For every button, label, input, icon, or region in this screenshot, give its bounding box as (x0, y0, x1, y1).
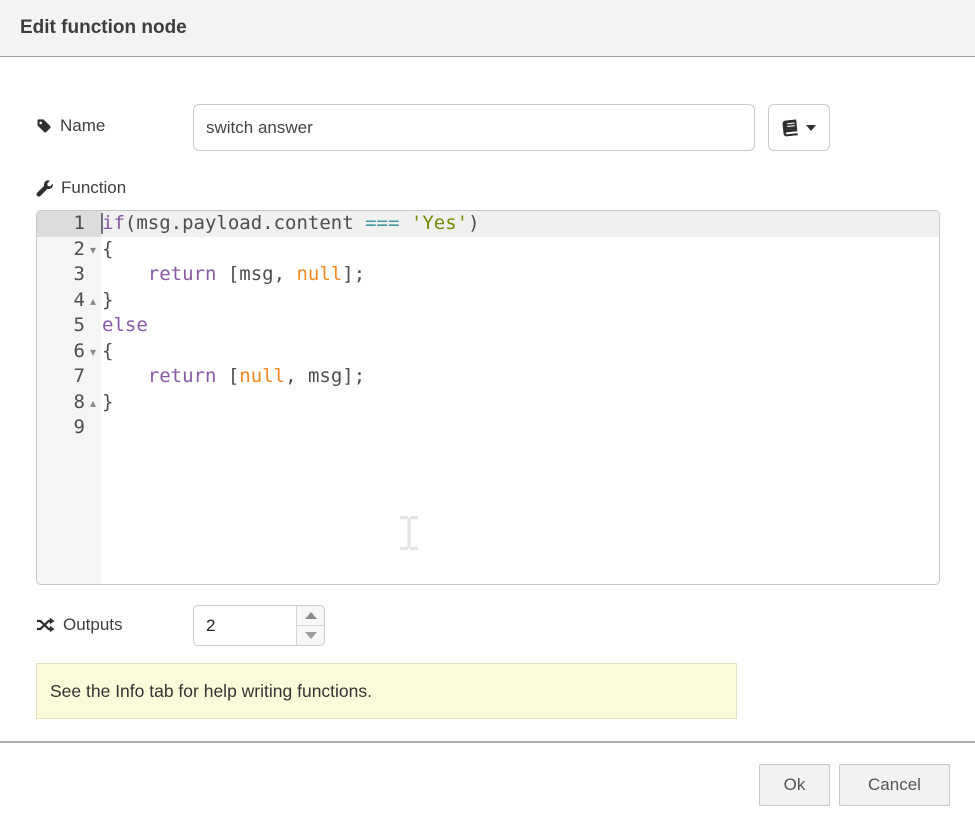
tag-icon (36, 118, 52, 134)
code-token-string: 'Yes' (411, 212, 468, 234)
fold-spacer (85, 211, 101, 237)
outputs-value[interactable]: 2 (206, 606, 215, 645)
name-label-text: Name (60, 116, 105, 136)
gutter-cell[interactable]: 4▴ (37, 288, 101, 314)
name-label: Name (36, 116, 105, 136)
line-number: 6 (37, 339, 85, 365)
gutter-cell[interactable]: 5 (37, 313, 101, 339)
line-number: 3 (37, 262, 85, 288)
code-token-constant: null (239, 365, 285, 387)
line-number: 4 (37, 288, 85, 314)
editor-gutter[interactable]: 12▾34▴56▾78▴9 (37, 211, 101, 584)
editor-line[interactable]: } (101, 288, 939, 314)
text-caret (101, 213, 103, 234)
editor-line[interactable]: else (101, 313, 939, 339)
code-token-text: } (102, 289, 113, 311)
function-label: Function (36, 178, 126, 198)
shuffle-icon (36, 617, 55, 633)
line-number: 9 (37, 415, 85, 441)
code-token-text: ) (468, 212, 479, 234)
form-tips: See the Info tab for help writing functi… (36, 663, 737, 719)
spinner-down-button[interactable] (297, 626, 324, 646)
outputs-spinner[interactable]: 2 (193, 605, 325, 646)
code-token-text: , msg]; (285, 365, 365, 387)
gutter-cell[interactable]: 7 (37, 364, 101, 390)
code-token-text: [msg, (216, 263, 296, 285)
line-number: 8 (37, 390, 85, 416)
caret-down-icon (806, 125, 816, 131)
spinner-buttons (296, 606, 324, 645)
code-token-text: } (102, 391, 113, 413)
caret-down-icon (305, 632, 317, 639)
function-code-editor[interactable]: 12▾34▴56▾78▴9 if(msg.payload.content ===… (36, 210, 940, 585)
name-input[interactable] (193, 104, 755, 151)
code-token-text (102, 365, 148, 387)
gutter-cell[interactable]: 9 (37, 415, 101, 441)
fold-spacer (85, 415, 101, 441)
fold-open-icon[interactable]: ▾ (85, 237, 101, 263)
gutter-cell[interactable]: 2▾ (37, 237, 101, 263)
outputs-label: Outputs (36, 615, 123, 635)
fold-open-icon[interactable]: ▾ (85, 339, 101, 365)
fold-spacer (85, 313, 101, 339)
code-token-text (102, 263, 148, 285)
fold-close-icon[interactable]: ▴ (85, 390, 101, 416)
editor-line[interactable]: } (101, 390, 939, 416)
fold-spacer (85, 364, 101, 390)
ok-button[interactable]: Ok (759, 764, 830, 806)
editor-line[interactable]: return [msg, null]; (101, 262, 939, 288)
gutter-cell[interactable]: 6▾ (37, 339, 101, 365)
dialog-title: Edit function node (20, 17, 187, 39)
code-token-text: { (102, 238, 113, 260)
line-number: 7 (37, 364, 85, 390)
library-button[interactable] (768, 104, 830, 151)
wrench-icon (36, 180, 53, 197)
code-token-text: { (102, 340, 113, 362)
gutter-cell[interactable]: 3 (37, 262, 101, 288)
code-token-constant: null (296, 263, 342, 285)
gutter-cell[interactable]: 8▴ (37, 390, 101, 416)
fold-spacer (85, 262, 101, 288)
function-label-text: Function (61, 178, 126, 198)
editor-line[interactable]: { (101, 237, 939, 263)
code-token-keyword: if (102, 212, 125, 234)
form-tips-text: See the Info tab for help writing functi… (50, 681, 372, 702)
code-token-keyword: else (102, 314, 148, 336)
footer-divider (0, 741, 975, 743)
line-number: 1 (37, 211, 85, 237)
spinner-up-button[interactable] (297, 606, 324, 626)
editor-line[interactable] (101, 415, 939, 441)
code-token-keyword: return (148, 263, 217, 285)
caret-up-icon (305, 612, 317, 619)
line-number: 2 (37, 237, 85, 263)
outputs-label-text: Outputs (63, 615, 123, 635)
code-token-text: (msg.payload.content (125, 212, 365, 234)
editor-line[interactable]: { (101, 339, 939, 365)
code-token-text: ]; (342, 263, 365, 285)
cancel-button[interactable]: Cancel (839, 764, 950, 806)
code-token-keyword: return (148, 365, 217, 387)
gutter-cell[interactable]: 1 (37, 211, 101, 237)
editor-code[interactable]: if(msg.payload.content === 'Yes'){ retur… (101, 211, 939, 584)
editor-line[interactable]: if(msg.payload.content === 'Yes') (101, 211, 939, 237)
code-token-operator: === (365, 212, 399, 234)
code-token-text: [ (216, 365, 239, 387)
line-number: 5 (37, 313, 85, 339)
code-token-text (399, 212, 410, 234)
fold-close-icon[interactable]: ▴ (85, 288, 101, 314)
book-icon (781, 119, 800, 137)
dialog-header: Edit function node (0, 0, 975, 57)
editor-line[interactable]: return [null, msg]; (101, 364, 939, 390)
